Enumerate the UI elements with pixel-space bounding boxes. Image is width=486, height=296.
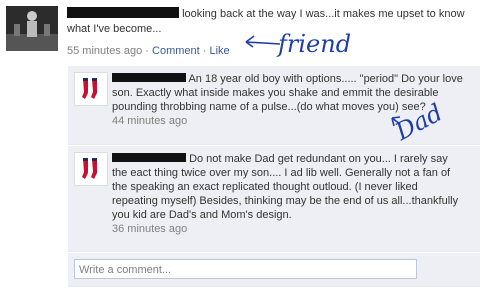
friend-label: friend: [278, 30, 352, 58]
poster-avatar[interactable]: [6, 6, 58, 51]
comment-text: Do not make Dad get redundant on you... …: [112, 153, 459, 221]
red-sox-logo-icon: [75, 73, 107, 105]
like-link[interactable]: Like: [210, 45, 230, 57]
post-timestamp[interactable]: 55 minutes ago: [67, 45, 142, 57]
comment-timestamp[interactable]: 44 minutes ago: [112, 115, 187, 127]
friend-annotation: friend: [244, 30, 384, 64]
comment-link[interactable]: Comment: [152, 45, 200, 57]
poster-name-redacted[interactable]: [67, 7, 179, 18]
comment-2: Do not make Dad get redundant on you... …: [68, 146, 480, 252]
separator: ·: [145, 45, 149, 57]
commenter-avatar[interactable]: [74, 152, 108, 186]
comment-timestamp[interactable]: 36 minutes ago: [112, 223, 187, 235]
commenter-name-redacted[interactable]: [112, 73, 186, 82]
red-sox-logo-icon: [75, 153, 107, 185]
poster-avatar-image: [6, 6, 58, 51]
comment-text-block: Do not make Dad get redundant on you... …: [112, 152, 462, 236]
post-meta: 55 minutes ago · Comment · Like: [67, 45, 230, 57]
commenter-avatar[interactable]: [74, 72, 108, 106]
write-comment-input[interactable]: Write a comment...: [74, 259, 417, 279]
commenter-name-redacted[interactable]: [112, 153, 186, 162]
separator: ·: [202, 45, 207, 57]
